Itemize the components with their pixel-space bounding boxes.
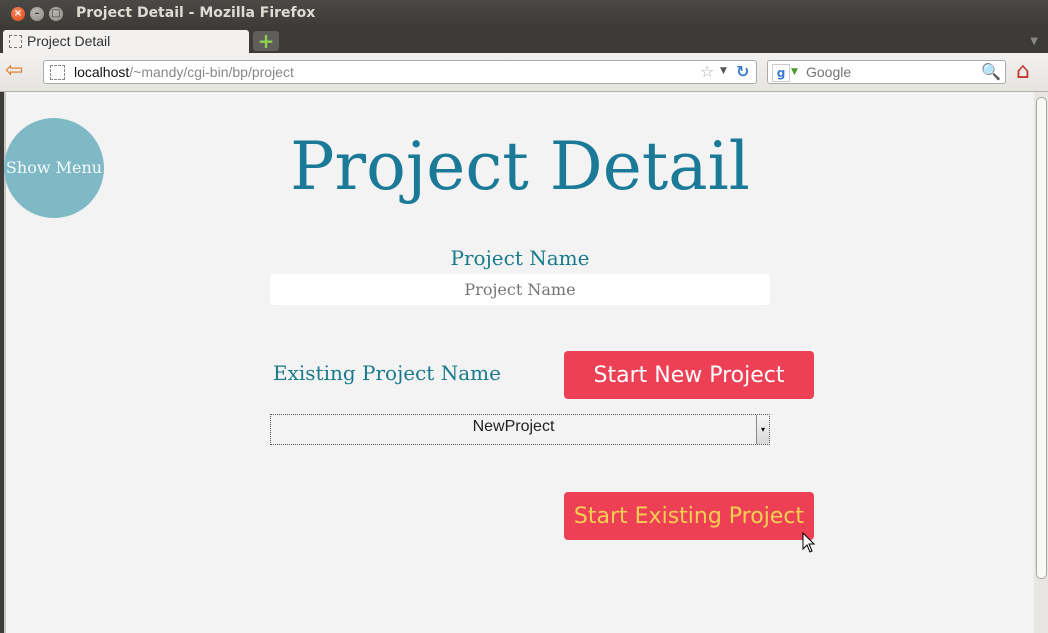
url-history-dropdown-icon[interactable]: ▼ xyxy=(720,66,727,76)
start-existing-project-button[interactable]: Start Existing Project xyxy=(564,492,814,540)
project-name-label: Project Name xyxy=(450,246,590,270)
scrollbar-thumb[interactable] xyxy=(1036,97,1047,579)
start-new-project-button[interactable]: Start New Project xyxy=(564,351,814,399)
search-engine-dropdown-icon[interactable]: ▼ xyxy=(791,67,798,77)
existing-project-select[interactable]: NewProject ▾ xyxy=(270,414,770,445)
url-path: /~mandy/cgi-bin/bp/project xyxy=(129,64,294,80)
reload-icon[interactable]: ↻ xyxy=(736,62,749,81)
page-content: Show Menu Project Detail Project Name Ex… xyxy=(4,92,1034,633)
mouse-cursor-icon xyxy=(802,532,816,553)
tab-project-detail[interactable]: Project Detail xyxy=(3,30,249,53)
home-icon[interactable]: ⌂ xyxy=(1016,59,1030,84)
search-icon[interactable]: 🔍 xyxy=(981,62,1001,81)
google-icon[interactable]: g xyxy=(772,64,790,82)
tab-list-dropdown-icon[interactable]: ▼ xyxy=(1030,36,1038,47)
existing-project-label: Existing Project Name xyxy=(273,361,501,385)
vertical-scrollbar[interactable] xyxy=(1034,92,1048,633)
window-titlebar: × – □ Project Detail - Mozilla Firefox xyxy=(0,0,1048,28)
tab-strip: Project Detail + ▼ xyxy=(0,28,1048,53)
project-name-input[interactable] xyxy=(270,274,770,305)
url-bar[interactable]: localhost/~mandy/cgi-bin/bp/project ☆ ▼ … xyxy=(43,60,757,84)
navigation-toolbar: ⇦ localhost/~mandy/cgi-bin/bp/project ☆ … xyxy=(0,53,1048,92)
tab-label: Project Detail xyxy=(27,33,111,49)
url-text[interactable]: localhost/~mandy/cgi-bin/bp/project xyxy=(74,64,294,80)
window-minimize-button[interactable]: – xyxy=(30,7,44,21)
page-title: Project Detail xyxy=(290,128,750,205)
new-tab-button[interactable]: + xyxy=(253,31,279,51)
search-bar[interactable]: g ▼ 🔍 xyxy=(767,60,1006,84)
window-close-button[interactable]: × xyxy=(11,7,25,21)
window-maximize-button[interactable]: □ xyxy=(49,7,63,21)
existing-project-selected-value: NewProject xyxy=(472,418,555,435)
search-input[interactable] xyxy=(804,63,978,81)
window-title: Project Detail - Mozilla Firefox xyxy=(76,5,316,21)
chevron-down-icon[interactable]: ▾ xyxy=(756,415,769,444)
page-favicon-icon xyxy=(9,35,22,48)
site-identity-icon[interactable] xyxy=(50,65,65,80)
url-host: localhost xyxy=(74,64,130,80)
bookmark-star-icon[interactable]: ☆ xyxy=(700,62,714,81)
back-arrow-icon[interactable]: ⇦ xyxy=(5,60,31,82)
